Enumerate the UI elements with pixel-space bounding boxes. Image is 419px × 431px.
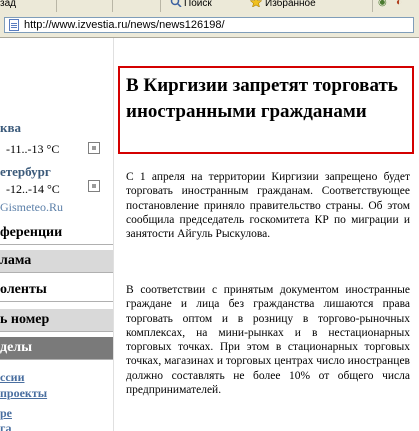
article-paragraph: С 1 апреля на территории Киргизии запрещ… bbox=[126, 171, 410, 241]
menu-item-advertising[interactable]: лама bbox=[0, 250, 113, 273]
menu-item-label: делы bbox=[0, 340, 33, 355]
weather-detail-icon[interactable] bbox=[88, 142, 100, 154]
menu-item-issue[interactable]: ь номер bbox=[0, 309, 113, 332]
weather-temp-spb: -12..-14 °С bbox=[6, 182, 60, 196]
history-icon[interactable]: ◐ bbox=[396, 0, 402, 8]
weather-source-link[interactable]: Gismeteo.Ru bbox=[0, 200, 63, 215]
menu-item-label: лама bbox=[0, 253, 32, 268]
weather-detail-icon[interactable] bbox=[88, 180, 100, 192]
menu-item-conferences[interactable]: ференции bbox=[0, 222, 113, 245]
search-icon[interactable] bbox=[170, 0, 182, 7]
page-icon bbox=[9, 19, 19, 31]
search-button[interactable]: Поиск bbox=[184, 0, 212, 9]
browser-toolbar: зад Поиск Избранное ◉ ◐ bbox=[0, 0, 419, 16]
menu-item-label: ь номер bbox=[0, 312, 50, 327]
left-sidebar: ква -11..-13 °С етербург -12..-14 °С Gis… bbox=[0, 38, 113, 431]
toolbar-separator bbox=[372, 0, 373, 12]
section-link[interactable]: ссии bbox=[0, 370, 24, 385]
menu-item-sections[interactable]: делы bbox=[0, 337, 113, 360]
section-link[interactable]: га bbox=[0, 421, 11, 431]
toolbar-separator bbox=[112, 0, 113, 12]
section-link[interactable]: проекты bbox=[0, 386, 47, 401]
back-button[interactable]: зад bbox=[0, 0, 16, 9]
section-link[interactable]: ре bbox=[0, 406, 12, 421]
favorites-button[interactable]: Избранное bbox=[265, 0, 316, 9]
address-field[interactable]: http://www.izvestia.ru/news/news126198/ bbox=[4, 17, 414, 33]
menu-item-label: ференции bbox=[0, 225, 63, 240]
article-paragraph: В соответствии с принятым документом ино… bbox=[126, 284, 410, 397]
article-title: В Киргизии запретят торговать иностранны… bbox=[126, 75, 398, 122]
menu-item-newsfeeds[interactable]: оленты bbox=[0, 279, 113, 302]
weather-city-spb[interactable]: етербург bbox=[0, 164, 51, 180]
toolbar-separator bbox=[56, 0, 57, 12]
address-url[interactable]: http://www.izvestia.ru/news/news126198/ bbox=[24, 18, 225, 32]
address-bar: http://www.izvestia.ru/news/news126198/ bbox=[0, 15, 419, 38]
menu-item-label: оленты bbox=[0, 282, 47, 297]
toolbar-separator bbox=[160, 0, 161, 12]
weather-city-moscow[interactable]: ква bbox=[0, 120, 21, 136]
favorites-star-icon[interactable] bbox=[250, 0, 262, 7]
weather-temp-moscow: -11..-13 °С bbox=[6, 142, 60, 156]
column-divider bbox=[113, 38, 114, 431]
media-icon[interactable]: ◉ bbox=[378, 0, 387, 8]
